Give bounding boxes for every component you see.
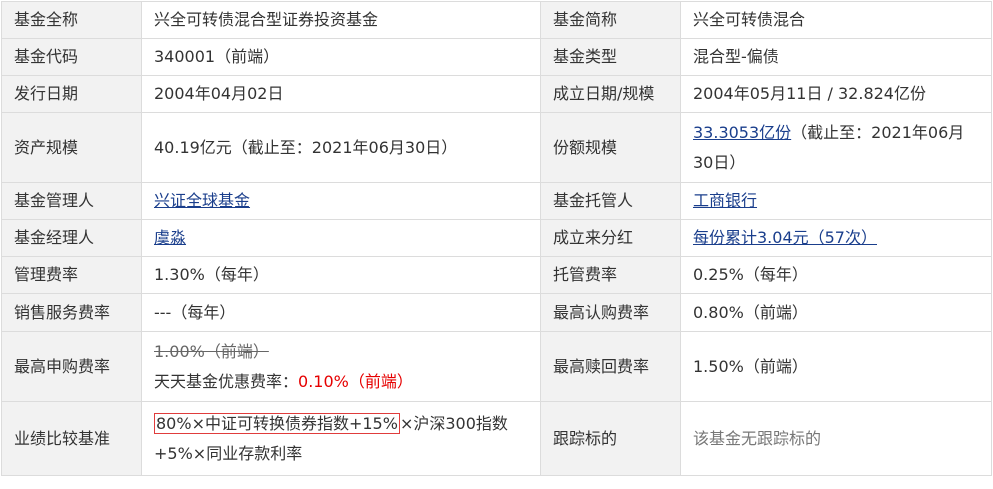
benchmark-label: 业绩比较基准 [1,401,142,476]
redemption-fee-value: 1.50%（前端） [680,331,992,402]
fund-code-value: 340001（前端） [141,38,541,76]
fund-manager-label: 基金经理人 [1,219,142,257]
tracking-target-value: 该基金无跟踪标的 [680,401,992,476]
tracking-target-label: 跟踪标的 [540,401,681,476]
fund-manager-company-value: 兴证全球基金 [141,182,541,220]
table-row: 资产规模 40.19亿元（截止至：2021年06月30日） 份额规模 33.30… [1,112,992,183]
fund-fullname-label: 基金全称 [1,1,142,39]
custody-fee-value: 0.25%（每年） [680,256,992,294]
table-row: 销售服务费率 ---（每年） 最高认购费率 0.80%（前端） [1,293,992,332]
purchase-fee-value: 1.00%（前端） 天天基金优惠费率：0.10%（前端） [141,331,541,402]
fund-fullname-value: 兴全可转债混合型证券投资基金 [141,1,541,39]
management-fee-value: 1.30%（每年） [141,256,541,294]
fund-info-table: 基金全称 兴全可转债混合型证券投资基金 基金简称 兴全可转债混合 基金代码 34… [1,1,992,476]
custodian-link[interactable]: 工商银行 [693,191,757,210]
management-fee-label: 管理费率 [1,256,142,294]
benchmark-value: 80%×中证可转换债券指数+15% ×沪深300指数+5%×同业存款利率 [141,401,541,476]
benchmark-highlight: 80%×中证可转换债券指数+15% [154,412,400,434]
table-row: 基金代码 340001（前端） 基金类型 混合型-偏债 [1,38,992,76]
table-row: 最高申购费率 1.00%（前端） 天天基金优惠费率：0.10%（前端） 最高赎回… [1,331,992,402]
issue-date-label: 发行日期 [1,75,142,113]
fund-type-value: 混合型-偏债 [680,38,992,76]
issue-date-value: 2004年04月02日 [141,75,541,113]
discount-fee-label: 天天基金优惠费率： [154,371,299,391]
fund-shortname-value: 兴全可转债混合 [680,1,992,39]
asset-size-value: 40.19亿元（截止至：2021年06月30日） [141,112,541,183]
dividend-value: 每份累计3.04元（57次） [680,219,992,257]
dividend-link[interactable]: 每份累计3.04元（57次） [693,228,877,247]
custodian-value: 工商银行 [680,182,992,220]
table-row: 发行日期 2004年04月02日 成立日期/规模 2004年05月11日 / 3… [1,75,992,113]
purchase-fee-label: 最高申购费率 [1,331,142,402]
establish-date-value: 2004年05月11日 / 32.824亿份 [680,75,992,113]
fund-manager-value: 虞淼 [141,219,541,257]
subscription-fee-label: 最高认购费率 [540,293,681,332]
share-size-link[interactable]: 33.3053亿份 [693,123,791,142]
subscription-fee-value: 0.80%（前端） [680,293,992,332]
asset-size-label: 资产规模 [1,112,142,183]
share-size-value: 33.3053亿份（截止至：2021年06月30日） [680,112,992,183]
table-row: 基金经理人 虞淼 成立来分红 每份累计3.04元（57次） [1,219,992,257]
establish-date-label: 成立日期/规模 [540,75,681,113]
original-purchase-fee: 1.00%（前端） [154,341,269,361]
redemption-fee-label: 最高赎回费率 [540,331,681,402]
fund-type-label: 基金类型 [540,38,681,76]
service-fee-label: 销售服务费率 [1,293,142,332]
custodian-label: 基金托管人 [540,182,681,220]
table-row: 业绩比较基准 80%×中证可转换债券指数+15% ×沪深300指数+5%×同业存款… [1,401,992,476]
dividend-label: 成立来分红 [540,219,681,257]
fund-code-label: 基金代码 [1,38,142,76]
service-fee-value: ---（每年） [141,293,541,332]
fund-manager-link[interactable]: 虞淼 [154,228,186,247]
discount-fee-value: 0.10%（前端） [298,371,413,391]
share-size-label: 份额规模 [540,112,681,183]
custody-fee-label: 托管费率 [540,256,681,294]
fund-shortname-label: 基金简称 [540,1,681,39]
discount-fee-line: 天天基金优惠费率：0.10%（前端） [154,367,528,397]
table-row: 基金管理人 兴证全球基金 基金托管人 工商银行 [1,182,992,220]
table-row: 基金全称 兴全可转债混合型证券投资基金 基金简称 兴全可转债混合 [1,1,992,39]
fund-manager-company-link[interactable]: 兴证全球基金 [154,191,250,210]
fund-manager-company-label: 基金管理人 [1,182,142,220]
table-row: 管理费率 1.30%（每年） 托管费率 0.25%（每年） [1,256,992,294]
